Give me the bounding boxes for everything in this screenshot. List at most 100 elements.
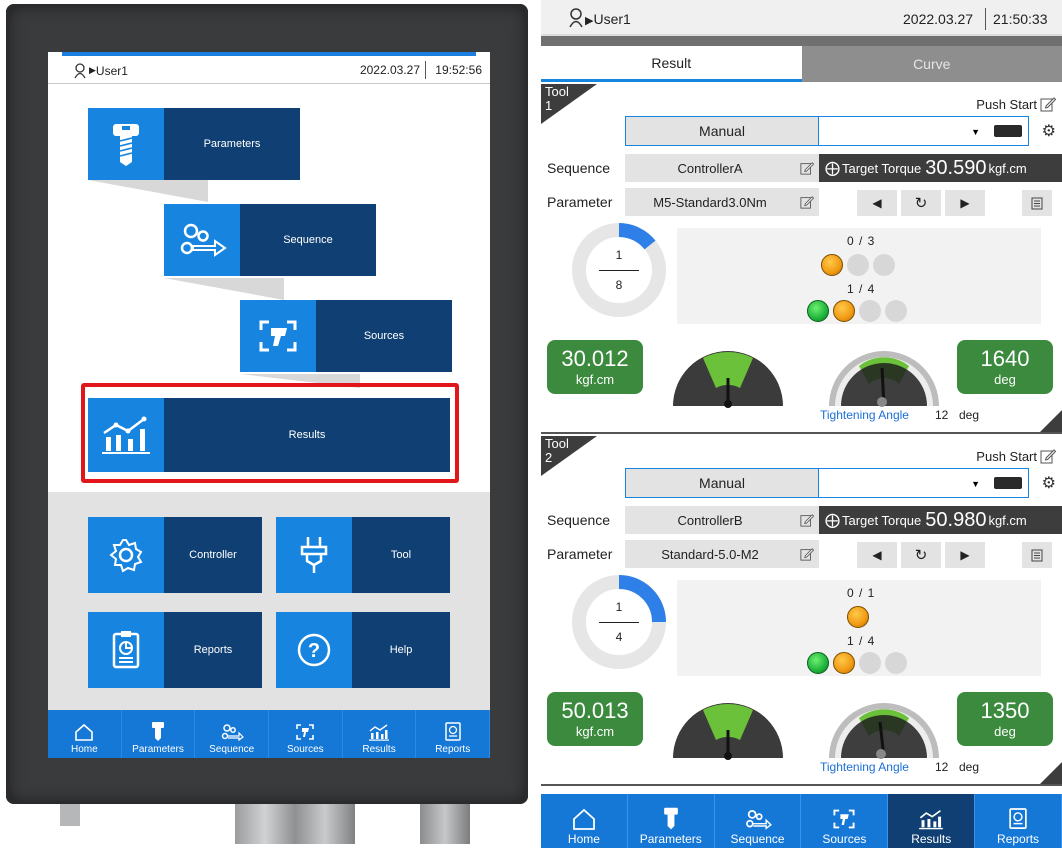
tool-title: Tool [545, 84, 569, 99]
tool-section-2: Tool 2 Push Start Manual ▼ ⚙ Sequence Con… [541, 436, 1062, 786]
status-divider [425, 61, 426, 79]
nav-sources[interactable]: Sources [269, 710, 343, 758]
nav-home[interactable]: Home [48, 710, 122, 758]
results-chart-icon [369, 724, 390, 741]
nav-label: Sources [822, 832, 867, 846]
clipboard-button[interactable] [1022, 542, 1052, 568]
sequence-icon [745, 809, 772, 830]
keyboard-icon[interactable] [994, 125, 1022, 137]
bottom-nav: Home Parameters Sequence Sources Results… [48, 710, 490, 758]
nav-label: Parameters [639, 832, 702, 846]
target-unit: kgf.cm [988, 160, 1027, 176]
mode-select[interactable]: Manual [625, 116, 819, 146]
results-highlight-box [81, 383, 459, 483]
dropdown-arrow-icon[interactable]: ▼ [971, 127, 980, 137]
dropdown-arrow-icon[interactable]: ▼ [971, 479, 980, 489]
chevron-left-icon: ◀ [872, 548, 882, 562]
sequence-field[interactable]: ControllerB [625, 506, 819, 534]
nav-reports[interactable]: Reports [975, 794, 1062, 848]
nav-parameters[interactable]: Parameters [628, 794, 715, 848]
count-total: 4 [615, 630, 623, 644]
edit-icon[interactable] [795, 513, 819, 527]
tightening-angle-value: 12 [935, 408, 949, 422]
nav-results[interactable]: Results [343, 710, 417, 758]
next-button[interactable]: ▶ [945, 542, 985, 568]
previous-button[interactable]: ◀ [857, 190, 897, 216]
menu-reports[interactable]: Reports [88, 612, 262, 688]
parameter-label: Parameter [547, 194, 613, 210]
gear-icon[interactable]: ⚙ [1042, 121, 1056, 141]
lamp-fraction-bottom: 1 / 4 [847, 634, 876, 648]
torque-gauge [673, 703, 783, 760]
angle-value: 1640 [980, 346, 1030, 371]
nav-parameters[interactable]: Parameters [122, 710, 196, 758]
nav-sequence[interactable]: Sequence [195, 710, 270, 758]
results-chart-icon [919, 810, 944, 830]
status-bar: ▶User1 2022.03.27 21:50:33 [541, 0, 1062, 36]
menu-sources[interactable]: Sources [240, 300, 452, 372]
count-current: 1 [615, 600, 623, 614]
push-start[interactable]: Push Start [976, 96, 1056, 112]
status-lamp [807, 300, 829, 322]
nav-label: Home [70, 744, 98, 755]
report-icon [444, 722, 461, 741]
barcode-input[interactable]: ▼ [819, 468, 1029, 498]
clipboard-button[interactable] [1022, 190, 1052, 216]
user-name[interactable]: User1 [96, 64, 128, 78]
next-button[interactable]: ▶ [945, 190, 985, 216]
parameter-field[interactable]: Standard-5.0-M2 [625, 540, 819, 568]
angle-value: 1350 [980, 698, 1030, 723]
svg-text:?: ? [308, 640, 320, 662]
menu-tool[interactable]: Tool [276, 517, 450, 593]
menu-label: Reports [164, 612, 262, 688]
torque-gauge [673, 351, 783, 408]
menu-parameters[interactable]: Parameters [88, 108, 300, 180]
nav-sources[interactable]: Sources [801, 794, 889, 848]
edit-icon[interactable] [795, 161, 819, 175]
refresh-icon: ↻ [914, 547, 928, 564]
menu-controller[interactable]: Controller [88, 517, 262, 593]
refresh-button[interactable]: ↻ [901, 542, 941, 568]
barcode-input[interactable]: ▼ [819, 116, 1029, 146]
nav-label: Home [567, 832, 600, 846]
clipboard-icon [1031, 549, 1043, 562]
edit-icon[interactable] [1040, 448, 1056, 464]
menu-sequence[interactable]: Sequence [164, 204, 376, 276]
play-icon: ▶ [89, 65, 96, 75]
sequence-field[interactable]: ControllerA [625, 154, 819, 182]
menu-help[interactable]: ? Help [276, 612, 450, 688]
tab-curve[interactable]: Curve [801, 46, 1062, 82]
push-start-label: Push Start [976, 448, 1037, 464]
nav-results[interactable]: Results [888, 794, 976, 848]
keyboard-icon[interactable] [994, 477, 1022, 489]
nav-label: Sequence [209, 744, 255, 755]
user-name-text: User1 [593, 11, 631, 27]
bottom-nav: Home Parameters Sequence Sources Results… [541, 794, 1062, 848]
edit-icon[interactable] [795, 547, 819, 561]
user-name[interactable]: ▶User1 [585, 11, 631, 27]
status-divider [985, 8, 986, 30]
push-start[interactable]: Push Start [976, 448, 1056, 464]
refresh-button[interactable]: ↻ [901, 190, 941, 216]
parameter-field[interactable]: M5-Standard3.0Nm [625, 188, 819, 216]
tab-bar: Result Curve [541, 46, 1062, 82]
angle-unit: deg [994, 372, 1016, 387]
device-connector [60, 804, 80, 826]
nav-reports[interactable]: Reports [416, 710, 490, 758]
edit-icon[interactable] [1040, 96, 1056, 112]
tab-result[interactable]: Result [541, 46, 802, 82]
previous-button[interactable]: ◀ [857, 542, 897, 568]
gear-icon[interactable]: ⚙ [1042, 473, 1056, 493]
sequence-label: Sequence [547, 512, 611, 528]
nav-home[interactable]: Home [541, 794, 628, 848]
mode-select[interactable]: Manual [625, 468, 819, 498]
nav-sequence[interactable]: Sequence [715, 794, 802, 848]
edit-icon[interactable] [795, 195, 819, 209]
count-fraction-bar [599, 622, 639, 623]
chevron-right-icon: ▶ [960, 196, 970, 210]
user-icon[interactable] [569, 8, 583, 28]
count-fraction-bar [599, 270, 639, 271]
stair-shadow [164, 278, 284, 300]
nav-label: Sequence [730, 832, 785, 846]
user-icon[interactable] [74, 62, 86, 79]
